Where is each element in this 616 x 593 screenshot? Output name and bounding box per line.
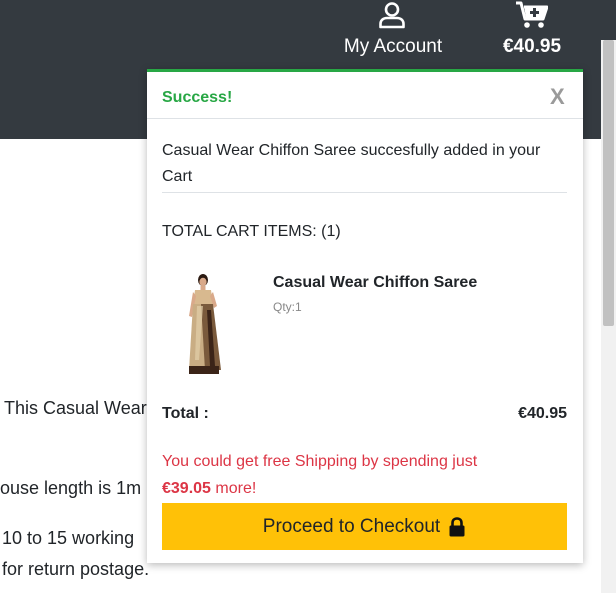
description-text-line: This Casual Wear	[4, 398, 147, 418]
total-cart-items: TOTAL CART ITEMS: (1)	[162, 223, 341, 240]
cart-item-name[interactable]: Casual Wear Chiffon Saree	[273, 274, 477, 292]
cart-link[interactable]: €40.95	[493, 0, 571, 66]
added-message: Casual Wear Chiffon Saree succesfully ad…	[162, 142, 541, 185]
description-text-line: 10 to 15 working	[2, 528, 135, 548]
description-text-line: ouse length is 1m	[0, 478, 142, 498]
success-title: Success!	[162, 89, 233, 106]
cart-total: €40.95	[502, 36, 562, 57]
proceed-to-checkout-button[interactable]: Proceed to Checkout	[162, 503, 567, 550]
total-label: Total :	[162, 405, 209, 422]
lock-icon	[449, 516, 465, 536]
close-icon[interactable]: X	[550, 84, 565, 110]
popup-header: Success! X	[147, 72, 583, 119]
scrollbar-thumb[interactable]	[603, 40, 614, 326]
checkout-label: Proceed to Checkout	[262, 515, 441, 537]
total-value: €40.95	[518, 405, 567, 422]
my-account-link[interactable]: My Account	[330, 0, 456, 66]
product-thumbnail[interactable]	[177, 270, 229, 378]
divider	[162, 192, 567, 193]
cart-item-qty: Qty:1	[273, 300, 302, 314]
cart-icon	[516, 1, 548, 28]
free-shipping-notice: You could get free Shipping by spending …	[162, 448, 567, 502]
description-text-line: for return postage.	[2, 559, 150, 579]
user-icon	[379, 2, 405, 29]
cart-added-popup: Success! X Casual Wear Chiffon Saree suc…	[147, 69, 583, 563]
my-account-label: My Account	[343, 36, 443, 57]
shipping-suffix: more!	[215, 480, 257, 497]
shipping-text: You could get free Shipping by spending …	[162, 453, 478, 470]
shipping-amount: €39.05	[162, 480, 211, 497]
